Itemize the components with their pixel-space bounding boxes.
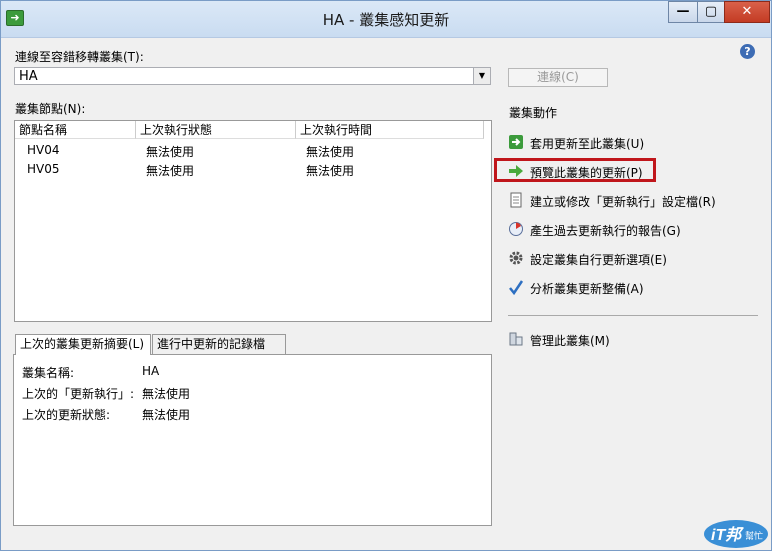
action-label: 管理此叢集(M): [530, 334, 610, 348]
document-icon: [510, 192, 522, 208]
manage-cluster-icon: [509, 332, 523, 346]
summary-label-last-run: 上次的「更新執行」:: [22, 387, 135, 401]
summary-label-cluster-name: 叢集名稱:: [22, 366, 75, 380]
apply-updates-icon: [509, 135, 523, 149]
close-button[interactable]: ✕: [724, 1, 770, 23]
title-bar: ➜ HA - 叢集感知更新 — ▢ ✕: [1, 1, 771, 38]
connect-button[interactable]: 連線(C): [508, 68, 608, 87]
tab-update-log[interactable]: 進行中更新的記錄檔(O): [152, 334, 286, 369]
node-status: 無法使用: [146, 164, 195, 178]
column-header-last-run-time[interactable]: 上次執行時間: [296, 121, 484, 139]
cluster-combo[interactable]: HA ▼: [14, 67, 491, 85]
logo-text: iT邦: [711, 526, 744, 544]
summary-value-last-status: 無法使用: [142, 408, 191, 422]
node-name: HV04: [27, 143, 60, 157]
summary-label-last-status: 上次的更新狀態:: [22, 408, 111, 422]
action-label: 產生過去更新執行的報告(G): [530, 224, 681, 238]
report-icon: [509, 222, 523, 236]
ithome-logo: iT邦 幫忙: [704, 520, 768, 548]
actions-title: 叢集動作: [509, 106, 558, 120]
main-window: ➜ HA - 叢集感知更新 — ▢ ✕ ? 連線至容錯移轉叢集(T): HA ▼…: [0, 0, 772, 551]
nodes-list[interactable]: 節點名稱 上次執行狀態 上次執行時間 HV04 無法使用 無法使用 HV05 無…: [14, 120, 492, 322]
node-status: 無法使用: [146, 145, 195, 159]
action-label: 套用更新至此叢集(U): [530, 137, 645, 151]
action-label: 設定叢集自行更新選項(E): [530, 253, 667, 267]
maximize-button[interactable]: ▢: [697, 1, 725, 23]
help-icon[interactable]: ?: [740, 44, 755, 59]
action-manage-cluster[interactable]: 管理此叢集(M): [508, 329, 758, 349]
nodes-label: 叢集節點(N):: [15, 102, 86, 116]
chevron-down-icon[interactable]: ▼: [473, 68, 490, 84]
actions-divider: [508, 315, 758, 316]
summary-pane: 叢集名稱: HA 上次的「更新執行」: 無法使用 上次的更新狀態: 無法使用: [13, 354, 492, 526]
checkmark-icon: [509, 280, 524, 295]
summary-tabs: 上次的叢集更新摘要(L) 進行中更新的記錄檔(O) 叢集名稱: HA 上次的「更…: [13, 334, 492, 526]
action-label: 建立或修改「更新執行」設定檔(R): [530, 195, 716, 209]
node-time: 無法使用: [306, 164, 355, 178]
summary-value-last-run: 無法使用: [142, 387, 191, 401]
logo-subtext: 幫忙: [745, 530, 763, 542]
action-analyze-readiness[interactable]: 分析叢集更新整備(A): [508, 277, 758, 297]
action-generate-report[interactable]: 產生過去更新執行的報告(G): [508, 219, 758, 239]
gear-icon: [509, 251, 523, 265]
action-apply-updates[interactable]: 套用更新至此叢集(U): [508, 132, 758, 152]
window-title: HA - 叢集感知更新: [322, 11, 450, 29]
column-header-last-run-status[interactable]: 上次執行狀態: [136, 121, 296, 139]
node-time: 無法使用: [306, 145, 355, 159]
cluster-combo-value: HA: [19, 69, 38, 84]
action-create-profile[interactable]: 建立或修改「更新執行」設定檔(R): [508, 190, 758, 210]
action-label: 分析叢集更新整備(A): [530, 282, 644, 296]
tab-last-update-summary[interactable]: 上次的叢集更新摘要(L): [15, 334, 151, 355]
connect-label: 連線至容錯移轉叢集(T):: [15, 50, 144, 64]
column-header-node-name[interactable]: 節點名稱: [15, 121, 136, 139]
node-name: HV05: [27, 162, 60, 176]
action-self-update-options[interactable]: 設定叢集自行更新選項(E): [508, 248, 758, 268]
highlight-box: [494, 158, 656, 182]
summary-value-cluster-name: HA: [142, 364, 160, 378]
minimize-button[interactable]: —: [668, 1, 698, 23]
